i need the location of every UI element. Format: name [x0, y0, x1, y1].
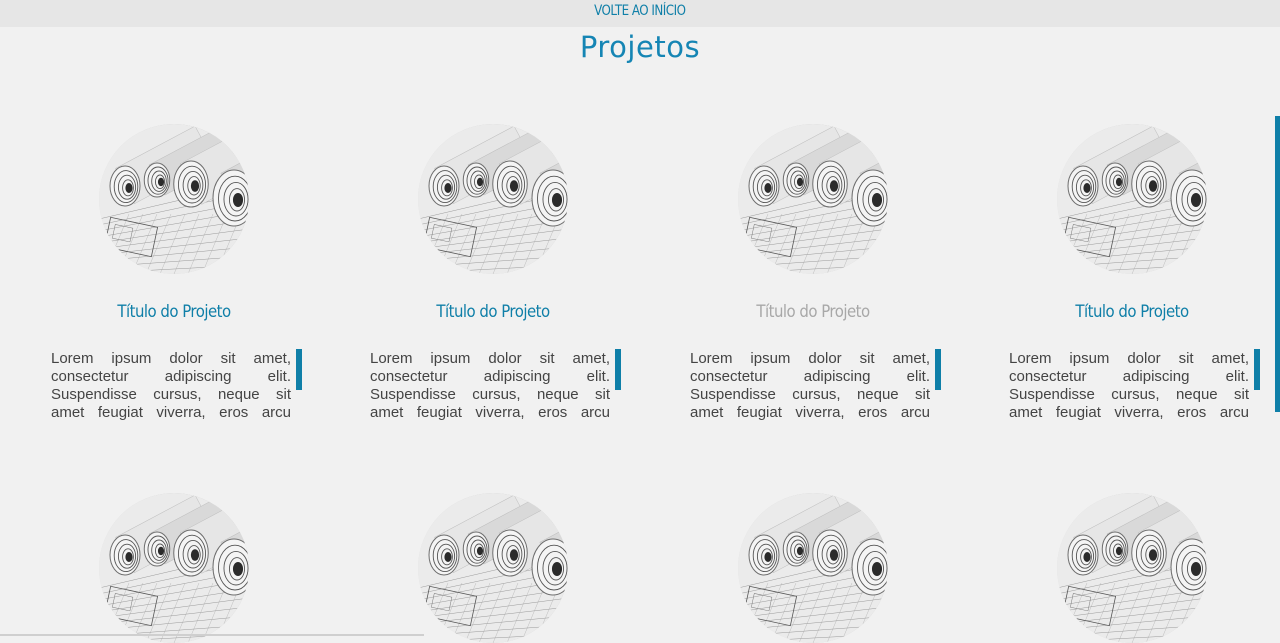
blueprint-rolls-image: [99, 124, 249, 274]
blueprint-rolls-image: [418, 124, 568, 274]
project-title[interactable]: Título do Projeto: [1024, 302, 1240, 322]
project-thumbnail[interactable]: [1057, 493, 1207, 643]
blueprint-rolls-image: [1057, 493, 1207, 643]
project-title[interactable]: Título do Projeto: [385, 302, 601, 322]
project-thumbnail[interactable]: [418, 124, 568, 274]
project-title[interactable]: Título do Projeto: [66, 302, 282, 322]
project-description-box: Lorem ipsum dolor sit amet, consectetur …: [51, 350, 291, 424]
blueprint-rolls-image: [418, 493, 568, 643]
back-to-home-link[interactable]: VOLTE AO INÍCIO: [594, 3, 685, 19]
project-thumbnail[interactable]: [99, 124, 249, 274]
project-thumbnail[interactable]: [418, 493, 568, 643]
page-title: Projetos: [0, 30, 1280, 64]
project-thumbnail[interactable]: [1057, 124, 1207, 274]
accent-bar: [935, 349, 941, 390]
project-title[interactable]: Título do Projeto: [705, 302, 921, 322]
project-description: Lorem ipsum dolor sit amet, consectetur …: [51, 350, 291, 424]
blueprint-rolls-image: [99, 493, 249, 643]
project-description-box: Lorem ipsum dolor sit amet, consectetur …: [690, 350, 930, 424]
project-thumbnail[interactable]: [738, 124, 888, 274]
top-nav-bar: VOLTE AO INÍCIO: [0, 0, 1280, 27]
project-description: Lorem ipsum dolor sit amet, consectetur …: [1009, 350, 1249, 424]
project-description: Lorem ipsum dolor sit amet, consectetur …: [370, 350, 610, 424]
blueprint-rolls-image: [738, 493, 888, 643]
project-description-box: Lorem ipsum dolor sit amet, consectetur …: [1009, 350, 1249, 424]
accent-bar: [1254, 349, 1260, 390]
project-thumbnail[interactable]: [99, 493, 249, 643]
project-description: Lorem ipsum dolor sit amet, consectetur …: [690, 350, 930, 424]
accent-bar: [615, 349, 621, 390]
project-thumbnail[interactable]: [738, 493, 888, 643]
blueprint-rolls-image: [1057, 124, 1207, 274]
blueprint-rolls-image: [738, 124, 888, 274]
accent-bar: [296, 349, 302, 390]
scrollbar-thumb[interactable]: [1275, 116, 1280, 412]
horizontal-scrollbar[interactable]: [0, 634, 424, 636]
project-description-box: Lorem ipsum dolor sit amet, consectetur …: [370, 350, 610, 424]
